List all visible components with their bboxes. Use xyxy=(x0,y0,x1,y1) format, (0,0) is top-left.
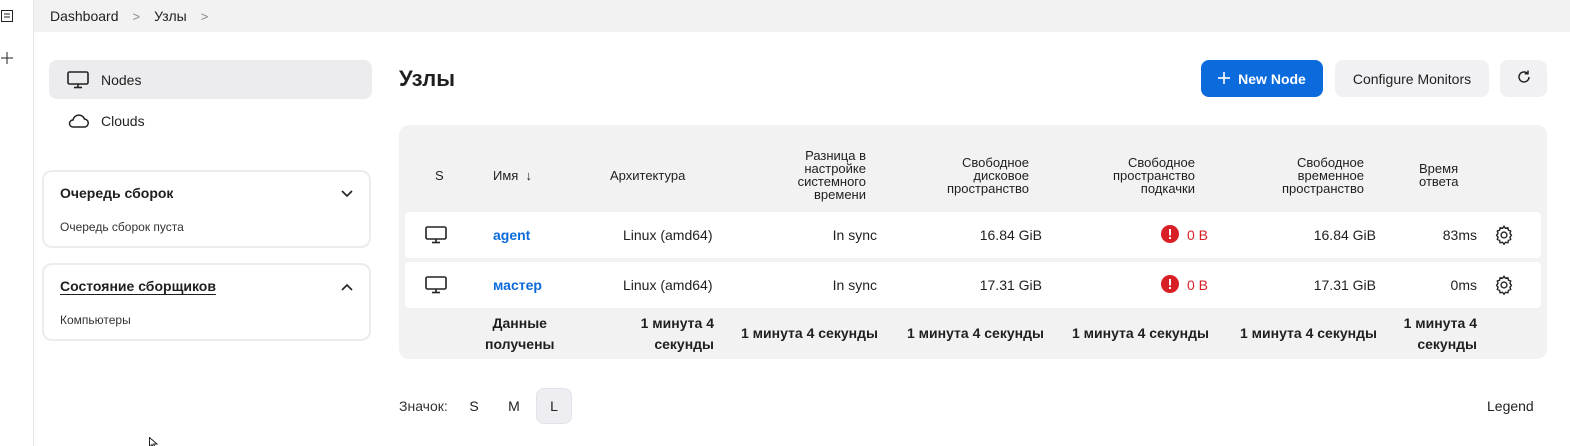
gear-icon[interactable] xyxy=(1493,262,1515,308)
cloud-icon xyxy=(67,111,91,131)
header-line: Свободное xyxy=(962,154,1029,170)
plus-icon[interactable] xyxy=(0,51,14,65)
col-header-disk[interactable]: Свободное дисковое пространство xyxy=(929,139,1029,211)
node-link-master[interactable]: мастер xyxy=(493,262,542,308)
col-header-swap[interactable]: Свободное пространство подкачки xyxy=(1095,139,1195,211)
footer-clock: 1 минута 4 секунды xyxy=(741,325,878,341)
col-header-arch[interactable]: Архитектура xyxy=(610,139,685,211)
breadcrumb-separator[interactable]: > xyxy=(201,9,209,24)
plus-icon xyxy=(1218,71,1231,87)
breadcrumb-separator: > xyxy=(132,8,141,24)
header-line: временное xyxy=(1297,167,1364,183)
sidebar-item-nodes[interactable]: Nodes xyxy=(49,60,372,99)
build-queue-panel: Очередь сборок Очередь сборок пуста xyxy=(42,170,371,248)
footer-line: 1 минута 4 xyxy=(640,315,714,331)
new-node-button[interactable]: New Node xyxy=(1201,60,1323,97)
sidebar-item-label: Nodes xyxy=(101,71,142,88)
header-line: ответа xyxy=(1419,174,1459,189)
header-line: пространство xyxy=(1112,167,1195,183)
swap-value: 0 B xyxy=(1186,277,1208,293)
node-disk: 16.84 GiB xyxy=(979,227,1042,243)
node-clock: In sync xyxy=(832,227,877,243)
executors-header[interactable]: Состояние сборщиков xyxy=(44,265,369,307)
col-header-response[interactable]: Время ответа xyxy=(1419,139,1459,211)
executors-title[interactable]: Состояние сборщиков xyxy=(60,278,216,294)
refresh-button[interactable] xyxy=(1500,60,1547,97)
footer-line: Данные xyxy=(492,315,547,331)
footer-line: секунды xyxy=(1417,336,1477,352)
cursor-icon xyxy=(149,436,159,446)
node-link-agent[interactable]: agent xyxy=(493,212,530,258)
icon-size-m-button[interactable]: M xyxy=(496,388,532,424)
executors-body: Компьютеры xyxy=(60,313,131,327)
node-clock: In sync xyxy=(832,277,877,293)
header-line: пространство xyxy=(946,180,1029,196)
node-disk: 17.31 GiB xyxy=(979,277,1042,293)
sidebar: Nodes Clouds Очередь сборок Очередь сбор… xyxy=(42,60,372,341)
footer-response: 1 минута 4 секунды xyxy=(1377,313,1477,355)
footer-line: секунды xyxy=(654,336,714,352)
header-line: подкачки xyxy=(1140,180,1195,196)
nodes-table: S Имя ↓ Архитектура Разница в настройке … xyxy=(399,125,1547,359)
col-header-name[interactable]: Имя ↓ xyxy=(493,139,532,211)
node-response: 0ms xyxy=(1450,277,1477,293)
configure-monitors-button[interactable]: Configure Monitors xyxy=(1335,60,1489,97)
footer-swap: 1 минута 4 секунды xyxy=(1072,325,1209,341)
icon-size-label: Значок: xyxy=(399,398,448,414)
footer-disk: 1 минута 4 секунды xyxy=(907,325,1044,341)
header-line: Свободное xyxy=(1128,154,1195,170)
header-line: пространство xyxy=(1281,180,1364,196)
footer-arch: 1 минута 4 секунды xyxy=(614,313,714,355)
sidebar-item-clouds[interactable]: Clouds xyxy=(49,101,372,140)
node-arch: Linux (amd64) xyxy=(623,227,713,243)
monitor-icon xyxy=(425,212,447,258)
node-swap: 0 B xyxy=(1108,262,1208,308)
gear-icon[interactable] xyxy=(1493,212,1515,258)
executors-panel: Состояние сборщиков Компьютеры xyxy=(42,263,371,341)
monitor-icon xyxy=(425,262,447,308)
build-queue-body: Очередь сборок пуста xyxy=(60,220,184,234)
list-icon[interactable] xyxy=(0,9,14,23)
refresh-icon xyxy=(1516,69,1532,88)
chevron-up-icon[interactable] xyxy=(341,278,353,294)
node-temp: 16.84 GiB xyxy=(1313,227,1376,243)
footer-line: получены xyxy=(485,336,555,352)
new-node-label: New Node xyxy=(1238,70,1306,87)
sidebar-item-label: Clouds xyxy=(101,112,145,129)
breadcrumb-nodes[interactable]: Узлы xyxy=(154,8,187,24)
footer-label: Данные получены xyxy=(485,313,554,355)
monitor-icon xyxy=(67,70,91,90)
header-line: времени xyxy=(814,187,866,202)
icon-size-l-button[interactable]: L xyxy=(536,388,572,424)
build-queue-header[interactable]: Очередь сборок xyxy=(44,172,369,214)
build-queue-title: Очередь сборок xyxy=(60,185,174,201)
icon-size-s-button[interactable]: S xyxy=(456,388,492,424)
header-line: дисковое xyxy=(973,167,1029,183)
table-row: мастер Linux (amd64) In sync 17.31 GiB 0… xyxy=(405,262,1541,308)
col-header-temp[interactable]: Свободное временное пространство xyxy=(1264,139,1364,211)
breadcrumb: Dashboard > Узлы > xyxy=(34,0,1570,32)
node-swap: 0 B xyxy=(1108,212,1208,258)
table-row: agent Linux (amd64) In sync 16.84 GiB 0 … xyxy=(405,212,1541,258)
side-toolbar xyxy=(0,0,34,446)
col-header-status[interactable]: S xyxy=(435,139,444,211)
footer-temp: 1 минута 4 секунды xyxy=(1240,325,1377,341)
breadcrumb-dashboard[interactable]: Dashboard xyxy=(50,8,119,24)
col-header-clock[interactable]: Разница в настройке системного времени xyxy=(766,139,866,211)
error-icon xyxy=(1160,274,1179,296)
node-response: 83ms xyxy=(1442,227,1477,243)
chevron-down-icon[interactable] xyxy=(341,185,353,201)
footer-line: 1 минута 4 xyxy=(1403,315,1477,331)
header-line: Свободное xyxy=(1297,154,1364,170)
node-temp: 17.31 GiB xyxy=(1313,277,1376,293)
swap-value: 0 B xyxy=(1186,227,1208,243)
node-arch: Linux (amd64) xyxy=(623,277,713,293)
legend-link[interactable]: Legend xyxy=(1487,398,1534,414)
page-title: Узлы xyxy=(399,66,455,91)
error-icon xyxy=(1160,224,1179,246)
